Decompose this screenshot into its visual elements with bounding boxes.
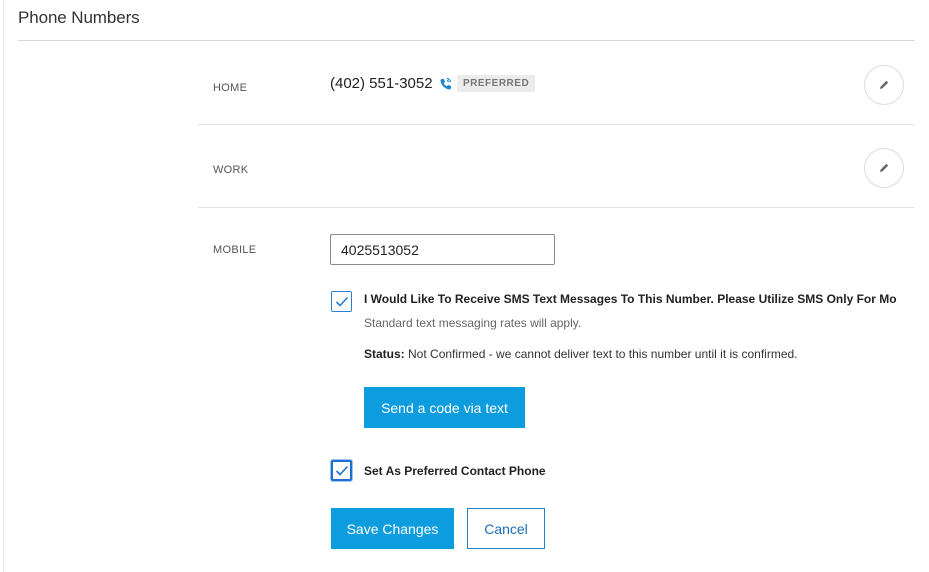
status-text: Not Confirmed - we cannot deliver text t… [408,347,798,361]
preferred-contact-label: Set As Preferred Contact Phone [364,464,546,478]
left-border [3,0,4,572]
sms-status: Status: Not Confirmed - we cannot delive… [364,347,798,361]
work-label: WORK [213,164,249,176]
checkmark-icon [335,296,348,307]
checkmark-icon [335,465,348,476]
mobile-label: MOBILE [213,244,257,256]
cancel-button[interactable]: Cancel [467,508,545,549]
row-divider [198,124,915,125]
status-label: Status: [364,347,405,361]
mobile-phone-input[interactable] [330,234,555,265]
row-divider [198,207,915,208]
edit-work-button[interactable] [864,148,904,188]
phone-wave-icon [440,77,452,90]
preferred-badge: PREFERRED [457,75,536,92]
sms-opt-in-label: I Would Like To Receive SMS Text Message… [364,292,897,306]
send-code-button[interactable]: Send a code via text [364,387,525,428]
sms-rates-note: Standard text messaging rates will apply… [364,316,582,330]
title-divider [18,40,915,41]
home-label: HOME [213,82,248,94]
pencil-icon [880,163,889,172]
home-phone-number: (402) 551-3052 [330,75,433,92]
preferred-contact-checkbox[interactable] [331,460,352,481]
edit-home-button[interactable] [864,65,904,105]
section-title: Phone Numbers [18,8,140,27]
sms-opt-in-checkbox[interactable] [331,291,352,312]
pencil-icon [880,80,889,89]
save-changes-button[interactable]: Save Changes [331,508,454,549]
